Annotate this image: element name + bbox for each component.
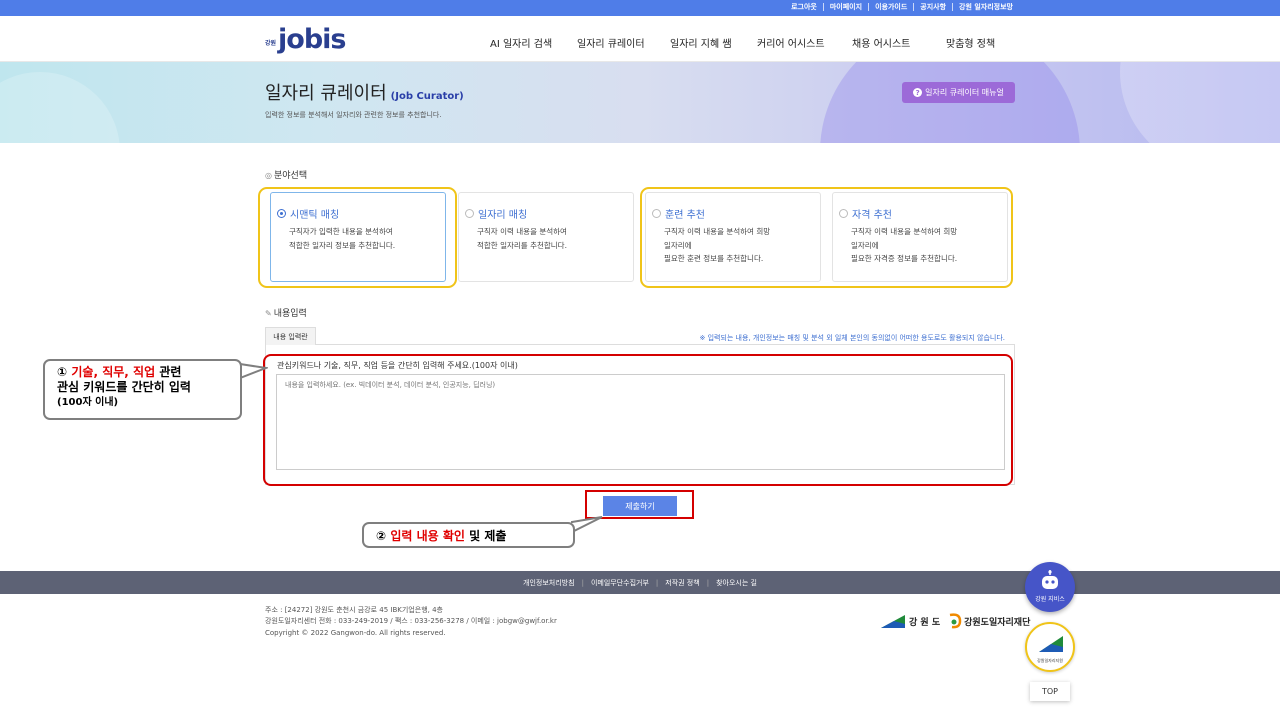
gangwon-emblem-icon	[1039, 636, 1063, 652]
jobis-logo[interactable]: 강원 jobis	[265, 22, 347, 56]
gangwon-jobs-link[interactable]: 강원 일자리정보망	[959, 2, 1013, 12]
tab-content-input[interactable]: 내용 입력란	[265, 327, 316, 345]
separator	[822, 3, 824, 11]
manual-button[interactable]: ? 일자리 큐레이터 매뉴얼	[902, 82, 1015, 103]
nav-job-wisdom[interactable]: 일자리 지혜 쌤	[670, 35, 732, 50]
foundation-logo-text: 강원도일자리재단	[964, 617, 1031, 628]
site-header: 강원 jobis AI 일자리 검색 일자리 큐레이터 일자리 지혜 쌤 커리어…	[0, 16, 1280, 62]
mypage-link[interactable]: 마이페이지	[830, 2, 862, 12]
jobis-chatbot-button[interactable]: 강원 지비스	[1025, 562, 1075, 612]
logo-prefix: 강원	[265, 39, 277, 47]
separator: |	[655, 578, 659, 587]
gangwon-jobs-emblem-button[interactable]: 강원일자리지원	[1025, 622, 1075, 672]
input-section-title: ✎ 내용입력	[265, 306, 307, 319]
radio-unselected[interactable]	[465, 209, 474, 218]
callout-number: ①	[57, 365, 68, 379]
footer-address: 주소 : [24272] 강원도 춘천시 금강로 45 IBK기업은행, 4층	[265, 606, 443, 614]
nav-ai-job-search[interactable]: AI 일자리 검색	[490, 35, 552, 50]
callout-keyword: 직무	[102, 365, 125, 379]
callout-text: 관련	[159, 365, 182, 379]
callout-keyword: 입력 내용 확인	[390, 529, 465, 543]
footer-privacy-link[interactable]: 개인정보처리방침	[523, 578, 575, 588]
card-description: 구직자 이력 내용을 분석하여 적합한 일자리를 추천합니다.	[477, 225, 567, 252]
question-icon: ?	[913, 88, 923, 97]
callout-submit: ② 입력 내용 확인 및 제출	[362, 522, 575, 548]
robot-icon	[1042, 570, 1058, 589]
callout-keyword: 직업	[133, 365, 156, 379]
footer-links-bar: 개인정보처리방침 | 이메일무단수집거부 | 저작권 정책 | 찾아오시는 길	[0, 571, 1280, 594]
separator: |	[581, 578, 584, 587]
nav-career-assist[interactable]: 커리어 어시스트	[757, 35, 825, 50]
notice-link[interactable]: 공지사항	[920, 2, 946, 12]
manual-button-label: 일자리 큐레이터 매뉴얼	[925, 88, 1004, 97]
card-desc-line: 적합한 일자리를 추천합니다.	[477, 240, 567, 250]
highlight-box-yellow	[640, 187, 1013, 288]
page-description: 입력한 정보를 분석해서 일자리와 관련한 정보를 추천합니다.	[265, 111, 442, 119]
nav-job-curator[interactable]: 일자리 큐레이터	[577, 35, 645, 50]
callout-pointer	[570, 516, 603, 534]
callout-line: 관심 키워드를 간단히 입력	[57, 380, 191, 394]
top-utility-bar: 로그아웃 마이페이지 이용가이드 공지사항 강원 일자리정보망	[0, 0, 1280, 16]
page-title: 일자리 큐레이터 (Job Curator)	[265, 79, 464, 105]
separator: |	[706, 578, 710, 587]
scroll-top-button[interactable]: TOP	[1030, 682, 1070, 701]
card-job-matching[interactable]: 일자리 매칭 구직자 이력 내용을 분석하여 적합한 일자리를 추천합니다.	[458, 192, 634, 282]
pencil-icon: ✎	[265, 309, 272, 318]
callout-line: (100자 이내)	[57, 397, 119, 408]
hero-banner: 일자리 큐레이터 (Job Curator) 입력한 정보를 분석해서 일자리와 …	[0, 62, 1280, 143]
separator	[952, 3, 954, 11]
footer-copyright-link[interactable]: 저작권 정책	[665, 578, 699, 588]
foundation-emblem-icon	[949, 613, 962, 629]
logo-text: jobis	[278, 23, 346, 55]
footer-directions-link[interactable]: 찾아오시는 길	[716, 578, 757, 588]
callout-text: 및 제출	[469, 529, 507, 543]
field-section-title-text: 분야선택	[273, 171, 308, 181]
nav-hiring-assist[interactable]: 채용 어시스트	[852, 35, 910, 50]
decor-circle	[0, 72, 120, 143]
chatbot-label: 강원 지비스	[1035, 596, 1065, 603]
callout-keyword-input: ① 기술, 직무, 직업 관련 관심 키워드를 간단히 입력 (100자 이내)	[43, 359, 242, 420]
separator	[913, 3, 915, 11]
separator	[868, 3, 870, 11]
gangwon-emblem-icon	[881, 615, 905, 628]
field-section-title: ◎ 분야선택	[265, 168, 307, 181]
card-title: 일자리 매칭	[465, 206, 527, 221]
callout-number: ②	[376, 529, 387, 543]
logout-link[interactable]: 로그아웃	[791, 2, 817, 12]
footer-email-link[interactable]: 이메일무단수집거부	[591, 578, 649, 588]
page-title-text: 일자리 큐레이터	[265, 83, 387, 104]
nav-custom-policy[interactable]: 맞춤형 정책	[946, 35, 995, 50]
callout-keyword: 기술	[71, 365, 94, 379]
input-section-title-text: 내용입력	[273, 309, 307, 319]
footer-contact: 강원도일자리센터 전화 : 033-249-2019 / 팩스 : 033-25…	[265, 617, 557, 625]
guide-link[interactable]: 이용가이드	[875, 2, 907, 12]
card-title-text: 일자리 매칭	[478, 210, 528, 221]
privacy-notice: ※ 입력되는 내용, 개인정보는 매칭 및 분석 외 일체 본인의 동의없이 어…	[699, 334, 1005, 342]
target-icon: ◎	[265, 171, 272, 180]
emblem-label: 강원일자리지원	[1037, 658, 1063, 663]
callout-line: ① 기술, 직무, 직업 관련	[57, 365, 182, 379]
footer-logos: 강 원 도 강원도일자리재단	[880, 612, 1030, 630]
page-title-en: (Job Curator)	[390, 91, 464, 102]
highlight-box-red	[263, 354, 1013, 486]
footer-copyright: Copyright © 2022 Gangwon-do. All rights …	[265, 629, 446, 637]
gangwon-logo-text: 강 원 도	[909, 617, 941, 628]
card-desc-line: 구직자 이력 내용을 분석하여	[477, 227, 567, 236]
decor-circle	[1120, 62, 1280, 143]
highlight-box-yellow	[258, 187, 457, 288]
utility-links: 로그아웃 마이페이지 이용가이드 공지사항 강원 일자리정보망	[791, 2, 1013, 12]
